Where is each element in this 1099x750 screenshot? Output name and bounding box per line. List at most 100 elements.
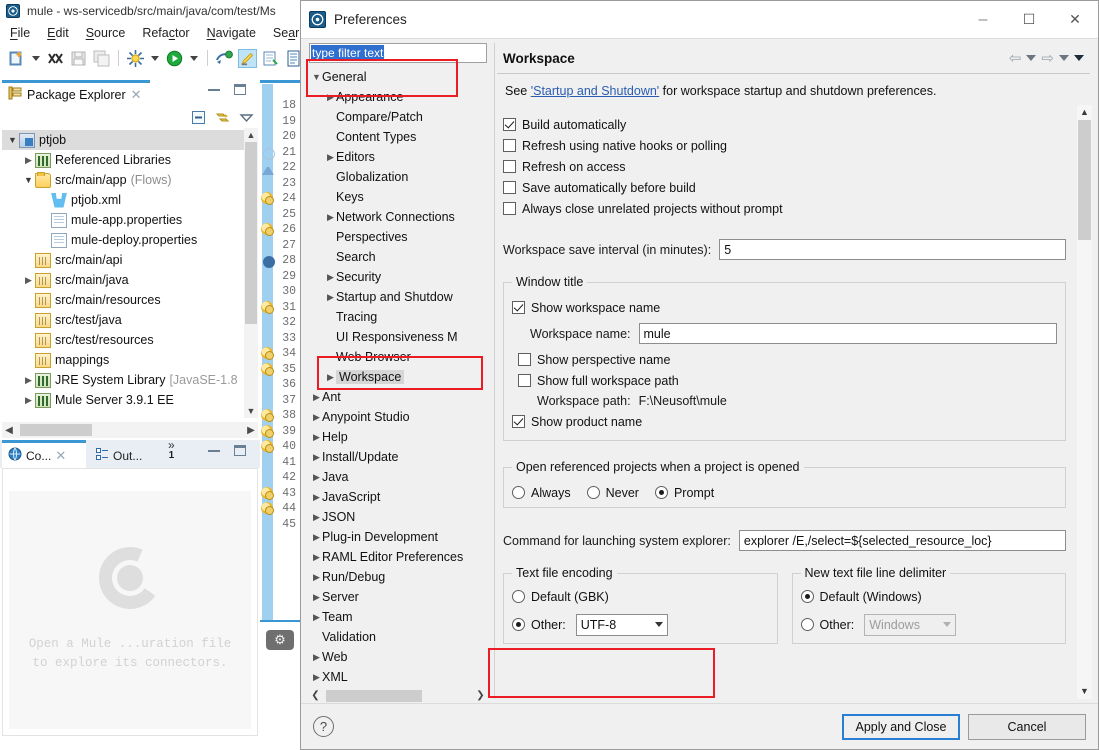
checkbox[interactable] [503,118,516,131]
startup-and-shutdown-link[interactable]: 'Startup and Shutdown' [531,84,659,98]
checkbox[interactable] [503,139,516,152]
tree-item-ptjob[interactable]: ▼ ptjob [2,130,258,150]
radio-prompt[interactable]: Prompt [654,482,714,503]
chevron-down-icon[interactable]: ▼ [22,175,35,185]
run-dropdown[interactable] [190,55,198,61]
forward-dropdown-icon[interactable] [1059,55,1069,61]
chevron-right-icon[interactable]: ▶ [311,652,322,663]
pref-tree-item-json[interactable]: ▶ JSON [309,507,487,527]
encoding-default-row[interactable]: Default (GBK) [512,586,769,607]
delimiter-other-row[interactable]: Other: Windows [800,613,1058,636]
chevron-right-icon[interactable]: ▶ [311,552,322,563]
close-icon[interactable]: ✕ [131,87,142,103]
scroll-up-arrow[interactable]: ▲ [1077,105,1092,120]
gear-icon[interactable]: ⚙ [266,630,294,650]
new-wizard-icon[interactable] [7,49,26,68]
back-arrow-icon[interactable]: ⇦ [1009,49,1022,67]
close-button[interactable]: ✕ [1052,1,1098,38]
link-with-editor-icon[interactable] [215,110,230,128]
radio-button[interactable] [654,486,668,499]
chevron-right-icon[interactable]: ▶ [325,212,336,223]
show-perspective-name-checkbox[interactable] [518,353,531,366]
chevron-right-icon[interactable]: ▶ [311,412,322,423]
scroll-up-arrow[interactable]: ▲ [244,128,258,142]
pane-vertical-scrollbar[interactable]: ▲ ▼ [1077,105,1092,699]
pref-tree-item-perspectives[interactable]: Perspectives [309,227,487,247]
chevron-down-icon[interactable]: ▼ [6,135,19,145]
apply-and-close-button[interactable]: Apply and Close [842,713,960,740]
checkbox-row-always-close-unrelated-projects-without-prompt[interactable]: Always close unrelated projects without … [503,198,1066,219]
encoding-other-radio[interactable] [512,618,525,631]
scroll-left-arrow[interactable]: ❮ [309,690,322,701]
scroll-right-arrow[interactable]: ❯ [474,690,487,701]
pref-tree-item-appearance[interactable]: ▶ Appearance [309,87,487,107]
package-explorer-vscrollbar[interactable]: ▲ ▼ [244,128,258,418]
pref-tree-item-team[interactable]: ▶ Team [309,607,487,627]
pref-tree-item-ant[interactable]: ▶ Ant [309,387,487,407]
scroll-right-arrow[interactable]: ▶ [244,425,258,436]
tree-item-mule-server-3-9-1-ee[interactable]: ▶ Mule Server 3.9.1 EE [2,390,258,410]
debug-icon[interactable] [126,49,145,68]
chevron-right-icon[interactable]: ▶ [311,512,322,523]
pref-tree-item-workspace[interactable]: ▶ Workspace [309,367,487,387]
tree-item-mule-app-properties[interactable]: mule-app.properties [2,210,258,230]
pref-tree-item-security[interactable]: ▶ Security [309,267,487,287]
scroll-left-arrow[interactable]: ◀ [2,425,16,436]
scroll-down-arrow[interactable]: ▼ [1077,684,1092,699]
tab-overflow-indicator[interactable]: » 1 [168,439,175,461]
pref-tree-item-anypoint-studio[interactable]: ▶ Anypoint Studio [309,407,487,427]
close-icon[interactable]: ✕ [55,448,66,464]
scroll-thumb[interactable] [1078,120,1091,240]
save-icon[interactable] [69,49,88,68]
show-product-name-row[interactable]: Show product name [512,411,1057,432]
chevron-right-icon[interactable]: ▶ [311,572,322,583]
tree-item-src-main-resources[interactable]: src/main/resources [2,290,258,310]
tree-item-referenced-libraries[interactable]: ▶ Referenced Libraries [2,150,258,170]
encoding-select[interactable]: UTF-8 [575,613,668,636]
tree-item-src-main-api[interactable]: src/main/api [2,250,258,270]
chevron-right-icon[interactable]: ▶ [311,492,322,503]
back-dropdown-icon[interactable] [1026,55,1037,61]
chevron-right-icon[interactable]: ▶ [325,92,336,103]
pref-tree-item-server[interactable]: ▶ Server [309,587,487,607]
chevron-right-icon[interactable]: ▶ [311,612,322,623]
tree-item-mule-deploy-properties[interactable]: mule-deploy.properties [2,230,258,250]
pref-tree-item-network-connections[interactable]: ▶ Network Connections [309,207,487,227]
new-wizard-dropdown[interactable] [32,55,40,61]
pref-tree-item-keys[interactable]: Keys [309,187,487,207]
menu-item-navigate[interactable]: Navigate [207,26,256,40]
checkbox[interactable] [503,202,516,215]
radio-never[interactable]: Never [586,482,639,503]
pref-tree-item-javascript[interactable]: ▶ JavaScript [309,487,487,507]
chevron-right-icon[interactable]: ▶ [22,395,35,406]
view-menu-icon[interactable] [1074,55,1084,61]
save-interval-input[interactable] [719,239,1066,260]
delimiter-default-radio[interactable] [800,590,814,603]
pref-tree-item-web-browser[interactable]: Web Browser [309,347,487,367]
checkbox-row-refresh-on-access[interactable]: Refresh on access [503,156,1066,177]
chevron-right-icon[interactable]: ▶ [311,592,322,603]
tree-item-mappings[interactable]: mappings [2,350,258,370]
menu-item-refactor[interactable]: Refactor [142,26,189,40]
pref-tree-item-tracing[interactable]: Tracing [309,307,487,327]
package-explorer-tree[interactable]: ▼ ptjob ▶ Referenced Libraries ▼ src/main/app… [2,130,258,418]
chevron-down-icon[interactable]: ▼ [311,72,322,82]
show-product-name-checkbox[interactable] [512,415,525,428]
show-workspace-name-checkbox[interactable] [512,301,525,314]
chevron-right-icon[interactable]: ▶ [22,275,35,286]
chevron-right-icon[interactable]: ▶ [325,292,336,303]
pref-tree-item-ui-responsiveness-m[interactable]: UI Responsiveness M [309,327,487,347]
radio-always[interactable]: Always [512,482,571,503]
checkbox-row-refresh-using-native-hooks-or-polling[interactable]: Refresh using native hooks or polling [503,135,1066,156]
maximize-icon[interactable] [234,84,246,95]
pref-tree-item-raml-editor-preferences[interactable]: ▶ RAML Editor Preferences [309,547,487,567]
highlight-icon[interactable] [238,48,257,68]
minimize-button[interactable]: – [960,1,1006,38]
show-full-workspace-path-row[interactable]: Show full workspace path [512,370,1057,391]
package-explorer-hscrollbar[interactable]: ◀ ▶ [2,422,258,438]
pref-tree-item-java[interactable]: ▶ Java [309,467,487,487]
cancel-button[interactable]: Cancel [968,713,1086,740]
save-all-icon[interactable] [92,49,111,68]
pref-tree-item-run-debug[interactable]: ▶ Run/Debug [309,567,487,587]
chevron-right-icon[interactable]: ▶ [311,472,322,483]
